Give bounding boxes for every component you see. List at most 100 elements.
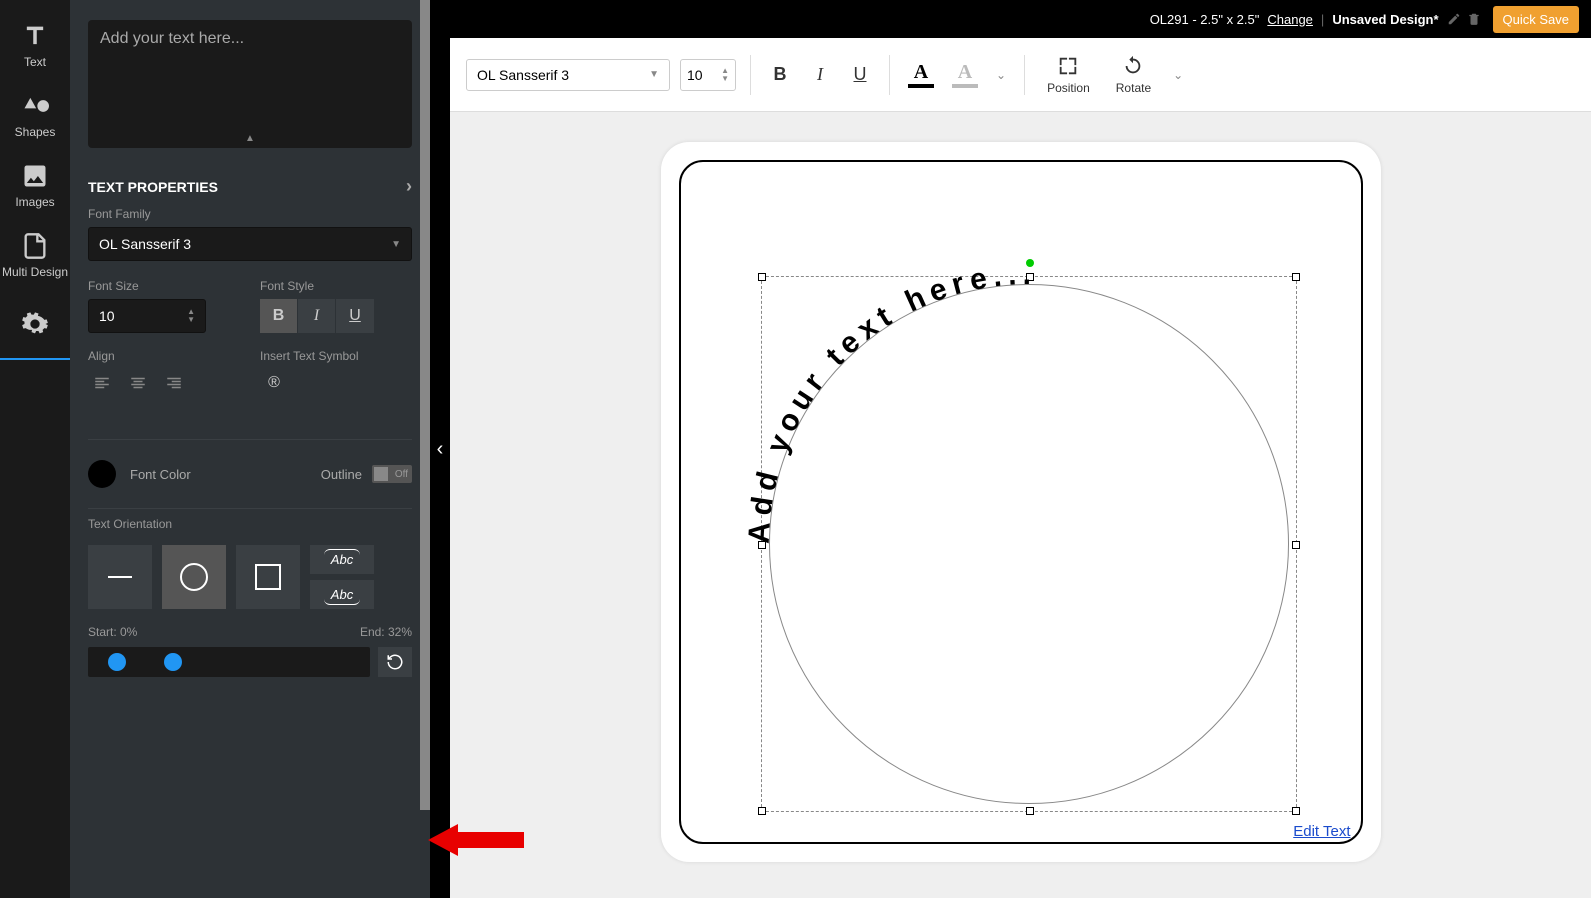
align-label: Align: [88, 349, 240, 363]
format-toolbar: OL Sansserif 3 ▼ 10 ▲▼ B I U A A ⌄: [450, 38, 1591, 112]
svg-text:Add your text here...: Add your text here...: [742, 258, 1036, 544]
shapes-icon: [21, 92, 49, 120]
toolbar-underline-button[interactable]: U: [845, 59, 875, 91]
divider: [88, 439, 412, 440]
outline-label: Outline: [321, 467, 362, 482]
spinner-icon[interactable]: ▲▼: [721, 67, 729, 83]
pencil-icon[interactable]: [1447, 12, 1461, 26]
text-color-bar: [908, 84, 934, 88]
text-icon: [21, 22, 49, 50]
rotate-label: Rotate: [1116, 81, 1151, 95]
sidebar-item-images[interactable]: Images: [0, 150, 70, 220]
edit-text-link[interactable]: Edit Text: [1293, 823, 1350, 840]
reset-icon: [386, 653, 404, 671]
toolbar-outline-color-button[interactable]: A: [948, 61, 982, 88]
orientation-row: Abc Abc: [70, 545, 430, 609]
font-style-label: Font Style: [260, 279, 412, 293]
design-title: Unsaved Design*: [1332, 12, 1438, 27]
align-left-button[interactable]: [88, 369, 116, 397]
orient-straight-button[interactable]: [88, 545, 152, 609]
outline-color-bar: [952, 84, 978, 88]
orientation-slider[interactable]: [88, 647, 370, 677]
canvas[interactable]: Add your text here... Edit Text: [450, 112, 1591, 898]
orient-square-button[interactable]: [236, 545, 300, 609]
font-size-label: Font Size: [88, 279, 240, 293]
toolbar-separator: [889, 55, 890, 95]
sidebar-label-text: Text: [24, 55, 46, 69]
section-header-text-props[interactable]: TEXT PROPERTIES ›: [70, 158, 430, 207]
toolbar-bold-button[interactable]: B: [765, 59, 795, 91]
toolbar-color-more[interactable]: ⌄: [992, 68, 1010, 82]
caret-down-icon: ▼: [649, 69, 659, 80]
toolbar-italic-button[interactable]: I: [805, 59, 835, 91]
font-family-value: OL Sansserif 3: [99, 236, 191, 252]
symbol-label: Insert Text Symbol: [260, 349, 412, 363]
orient-circle-button[interactable]: [162, 545, 226, 609]
text-input-placeholder: Add your text here...: [100, 30, 244, 47]
images-icon: [21, 162, 49, 190]
annotation-arrow: [428, 822, 524, 863]
product-info: OL291 - 2.5" x 2.5": [1150, 12, 1260, 27]
align-group: [88, 369, 240, 397]
toolbar-font-dropdown[interactable]: OL Sansserif 3 ▼: [466, 59, 670, 91]
text-input[interactable]: Add your text here... ▲: [88, 20, 412, 148]
toolbar-position-button[interactable]: Position: [1039, 55, 1098, 95]
panel-collapse-button[interactable]: ‹: [430, 0, 450, 898]
gear-icon: [21, 310, 49, 338]
sidebar-item-shapes[interactable]: Shapes: [0, 80, 70, 150]
font-size-value: 10: [99, 308, 115, 324]
orientation-label: Text Orientation: [88, 517, 412, 531]
toolbar-size-input[interactable]: 10 ▲▼: [680, 59, 736, 91]
top-bar: OL291 - 2.5" x 2.5" Change | Unsaved Des…: [450, 0, 1591, 38]
font-size-input[interactable]: 10 ▲▼: [88, 299, 206, 333]
outline-toggle[interactable]: Off: [372, 465, 412, 483]
toolbar-separator: [750, 55, 751, 95]
sidebar-label-multidesign: Multi Design: [2, 265, 68, 279]
change-link[interactable]: Change: [1267, 12, 1313, 27]
align-center-button[interactable]: [124, 369, 152, 397]
bold-button[interactable]: B: [260, 299, 298, 333]
properties-panel: Add your text here... ▲ TEXT PROPERTIES …: [70, 0, 430, 898]
toolbar-size-value: 10: [687, 67, 703, 83]
label-canvas[interactable]: Add your text here... Edit Text: [661, 142, 1381, 862]
sidebar-item-settings[interactable]: [0, 290, 70, 360]
align-right-button[interactable]: [160, 369, 188, 397]
main-area: OL291 - 2.5" x 2.5" Change | Unsaved Des…: [450, 0, 1591, 898]
sidebar-item-multidesign[interactable]: Multi Design: [0, 220, 70, 290]
divider: [88, 508, 412, 509]
sidebar-label-images: Images: [15, 195, 54, 209]
toolbar-font-value: OL Sansserif 3: [477, 67, 569, 83]
reset-slider-button[interactable]: [378, 647, 412, 677]
outline-color-letter: A: [958, 61, 972, 84]
resize-handle-icon[interactable]: ▲: [245, 133, 255, 144]
toolbar-more[interactable]: ⌄: [1169, 68, 1187, 82]
slider-thumb-start[interactable]: [108, 653, 126, 671]
font-family-dropdown[interactable]: OL Sansserif 3 ▼: [88, 227, 412, 261]
slider-row: Start: 0% End: 32%: [70, 625, 430, 677]
orient-arc-top-button[interactable]: Abc: [310, 545, 374, 574]
italic-button[interactable]: I: [298, 299, 336, 333]
toolbar-rotate-button[interactable]: Rotate: [1108, 55, 1159, 95]
font-style-group: B I U: [260, 299, 412, 333]
insert-symbol-button[interactable]: ®: [260, 369, 288, 397]
curved-text[interactable]: Add your text here...: [661, 142, 1381, 862]
section-header-label: TEXT PROPERTIES: [88, 179, 218, 195]
toolbar-separator: [1024, 55, 1025, 95]
font-color-swatch[interactable]: [88, 460, 116, 488]
underline-button[interactable]: U: [336, 299, 374, 333]
rotate-icon: [1122, 55, 1144, 77]
spinner-icon[interactable]: ▲▼: [187, 308, 195, 324]
panel-scrollbar[interactable]: [420, 0, 430, 810]
toolbar-text-color-button[interactable]: A: [904, 61, 938, 88]
icon-sidebar: Text Shapes Images Multi Design: [0, 0, 70, 898]
trash-icon[interactable]: [1467, 12, 1481, 26]
position-label: Position: [1047, 81, 1090, 95]
slider-start-label: Start: 0%: [88, 625, 137, 639]
quick-save-button[interactable]: Quick Save: [1493, 6, 1579, 33]
chevron-right-icon: ›: [406, 176, 412, 197]
document-icon: [21, 232, 49, 260]
font-family-label: Font Family: [88, 207, 412, 221]
sidebar-item-text[interactable]: Text: [0, 10, 70, 80]
orient-arc-bottom-button[interactable]: Abc: [310, 580, 374, 609]
slider-thumb-end[interactable]: [164, 653, 182, 671]
